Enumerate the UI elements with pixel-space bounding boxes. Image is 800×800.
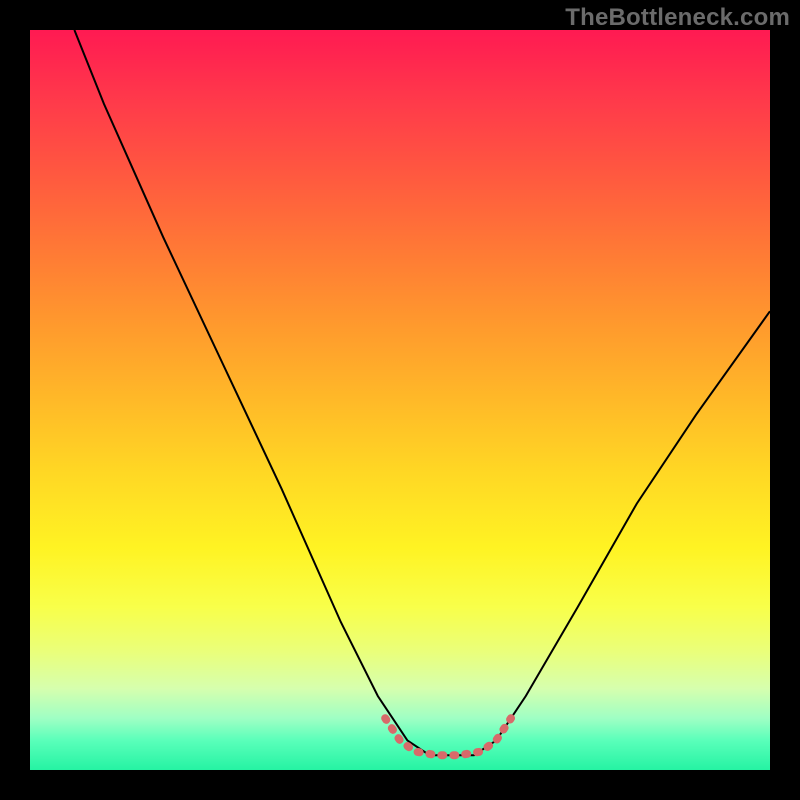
chart-frame: TheBottleneck.com (0, 0, 800, 800)
curve-black (74, 30, 770, 755)
chart-svg (30, 30, 770, 770)
watermark-text: TheBottleneck.com (565, 4, 790, 32)
chart-plot-area (30, 30, 770, 770)
